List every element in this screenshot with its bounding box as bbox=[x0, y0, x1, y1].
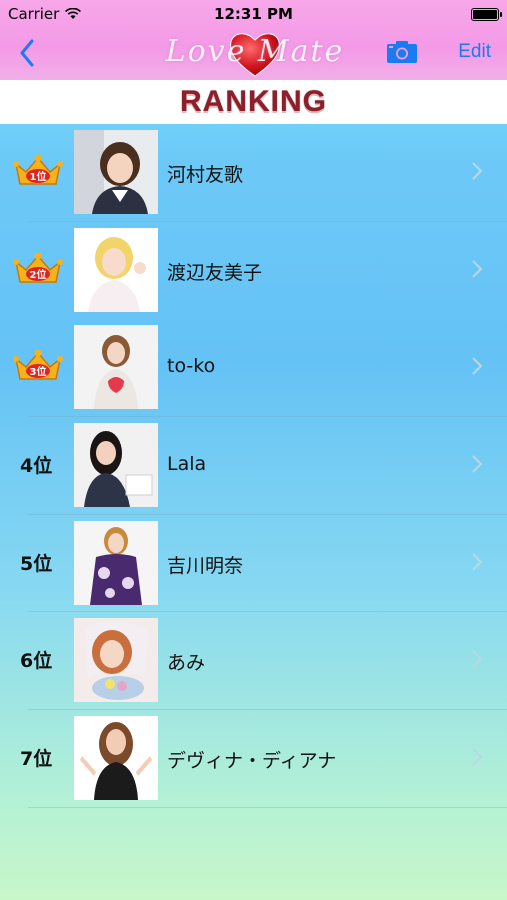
avatar-image bbox=[74, 325, 158, 410]
rank-label: 6位 bbox=[20, 650, 53, 673]
profile-photo bbox=[74, 325, 158, 410]
status-bar: Carrier 12:31 PM bbox=[0, 0, 507, 28]
avatar-image bbox=[74, 423, 158, 508]
profile-name: あみ bbox=[167, 652, 206, 675]
avatar-image bbox=[74, 520, 158, 605]
back-button[interactable] bbox=[12, 36, 42, 70]
crown-silver-rank2-icon: 2位 bbox=[13, 252, 63, 283]
svg-text:2位: 2位 bbox=[30, 268, 47, 281]
svg-text:1位: 1位 bbox=[30, 170, 47, 183]
chevron-right-icon bbox=[472, 357, 483, 376]
profile-photo bbox=[74, 130, 158, 214]
chevron-right-icon bbox=[472, 259, 483, 278]
crown-gold-rank1-icon: 1位 bbox=[13, 154, 63, 185]
rank-label: 7位 bbox=[20, 748, 53, 771]
avatar-image bbox=[74, 227, 158, 312]
profile-photo bbox=[74, 618, 158, 703]
ranking-row[interactable]: 5位 吉川明奈 bbox=[0, 515, 507, 613]
logo-text: Love Mate bbox=[165, 34, 345, 69]
avatar-image bbox=[74, 618, 158, 703]
ranking-list: 1位 河村友歌 2位 渡辺友美子 3位 to-ko 4位 Lala 5位 吉川明… bbox=[0, 124, 507, 808]
profile-photo bbox=[74, 423, 158, 508]
avatar-image bbox=[74, 130, 158, 214]
chevron-right-icon bbox=[472, 455, 483, 473]
chevron-right-icon bbox=[472, 748, 483, 766]
profile-photo bbox=[74, 716, 158, 801]
ranking-row[interactable]: 2位 渡辺友美子 bbox=[0, 222, 507, 320]
profile-name: Lala bbox=[167, 453, 207, 476]
profile-name: to-ko bbox=[167, 355, 216, 378]
profile-name: 河村友歌 bbox=[167, 164, 244, 186]
avatar-image bbox=[74, 716, 158, 801]
page-title: RANKING bbox=[180, 85, 327, 118]
profile-photo bbox=[74, 227, 158, 312]
crown-bronze-rank3-icon: 3位 bbox=[13, 349, 63, 381]
ranking-row[interactable]: 7位 デヴィナ・ディアナ bbox=[0, 710, 507, 808]
ranking-row[interactable]: 1位 河村友歌 bbox=[0, 124, 507, 222]
rank-label: 5位 bbox=[20, 552, 53, 575]
camera-icon[interactable] bbox=[386, 40, 418, 64]
ranking-row[interactable]: 6位 あみ bbox=[0, 612, 507, 711]
ranking-row[interactable]: 4位 Lala bbox=[0, 417, 507, 515]
ranking-title-bar: RANKING bbox=[0, 80, 507, 124]
chevron-right-icon bbox=[472, 553, 483, 571]
row-divider bbox=[28, 806, 507, 808]
chevron-right-icon bbox=[472, 650, 483, 669]
chevron-left-icon bbox=[20, 39, 34, 67]
profile-photo bbox=[74, 520, 158, 605]
ranking-row[interactable]: 3位 to-ko bbox=[0, 319, 507, 418]
profile-name: 渡辺友美子 bbox=[167, 261, 263, 284]
chevron-right-icon bbox=[472, 162, 483, 180]
top-header: Carrier 12:31 PM Love Mate Edit bbox=[0, 0, 507, 80]
profile-name: 吉川明奈 bbox=[167, 554, 244, 577]
nav-bar: Love Mate Edit bbox=[0, 28, 507, 80]
edit-button[interactable]: Edit bbox=[458, 41, 491, 63]
status-time: 12:31 PM bbox=[214, 5, 293, 23]
battery-icon bbox=[471, 7, 502, 21]
svg-text:3位: 3位 bbox=[30, 365, 47, 378]
rank-label: 4位 bbox=[20, 455, 53, 478]
profile-name: デヴィナ・ディアナ bbox=[167, 750, 337, 773]
app-logo: Love Mate bbox=[165, 28, 345, 80]
